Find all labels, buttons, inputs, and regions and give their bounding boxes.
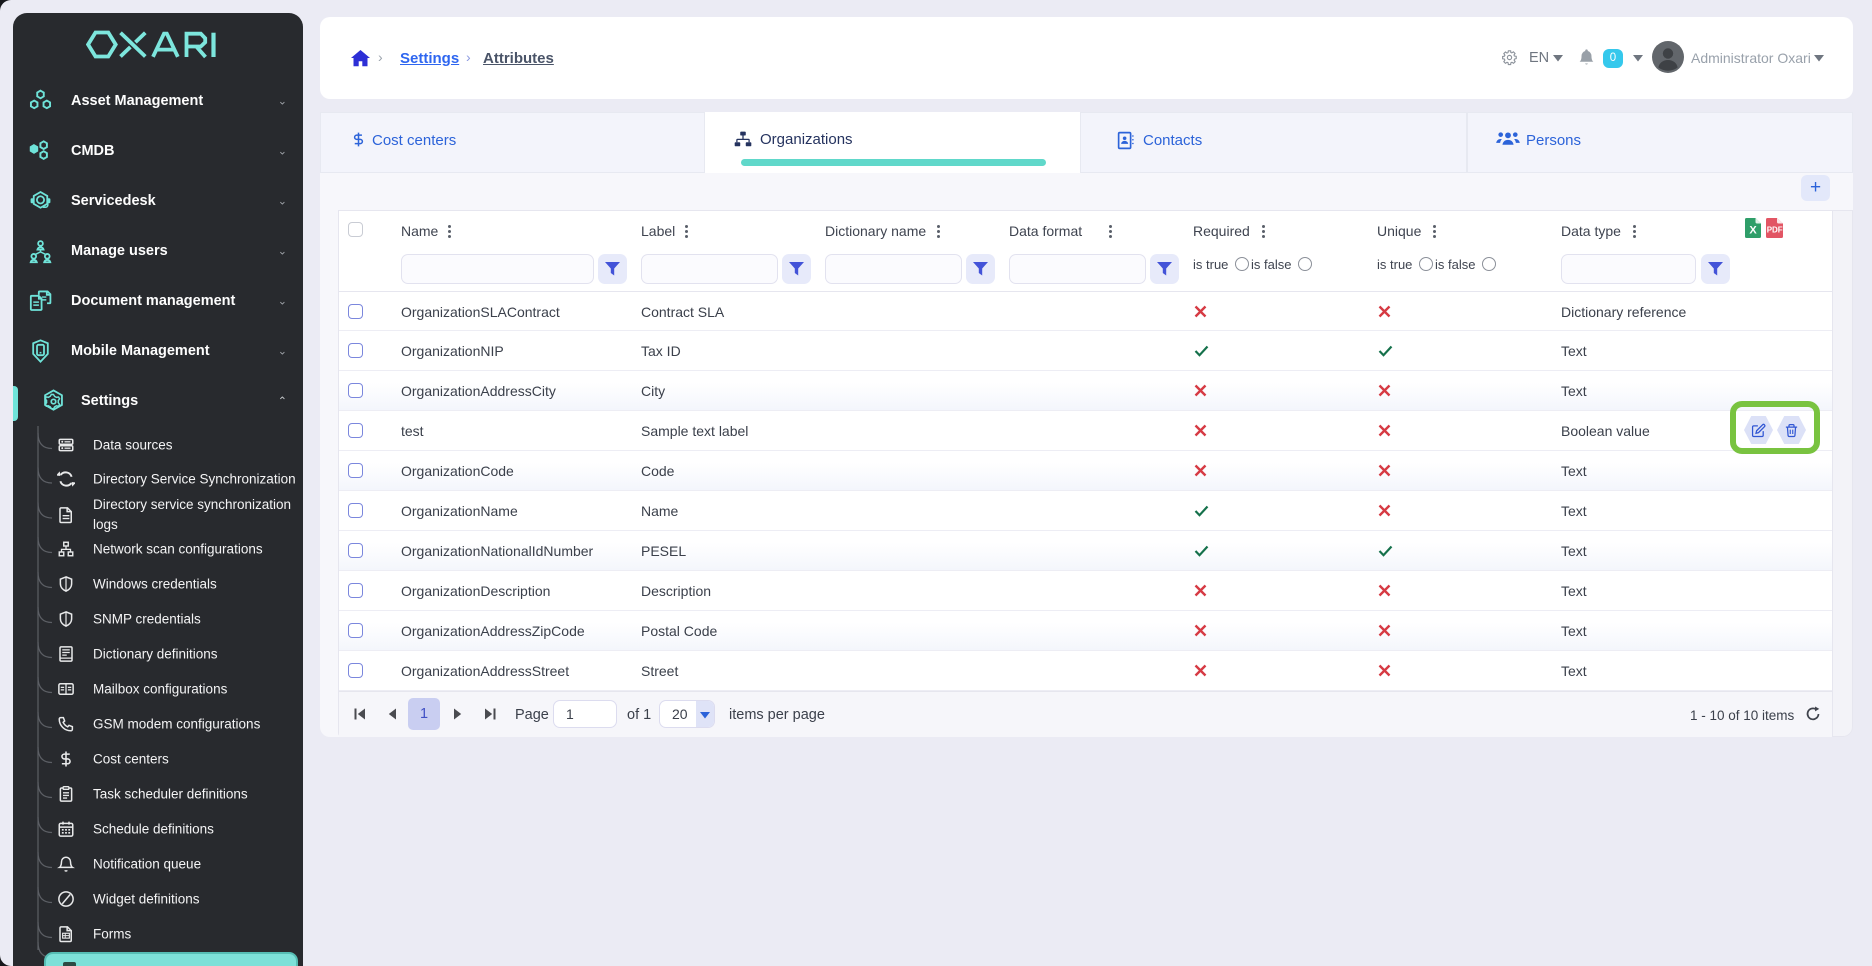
svg-text:PDF: PDF xyxy=(1767,226,1783,235)
svg-text:X: X xyxy=(1749,225,1757,237)
